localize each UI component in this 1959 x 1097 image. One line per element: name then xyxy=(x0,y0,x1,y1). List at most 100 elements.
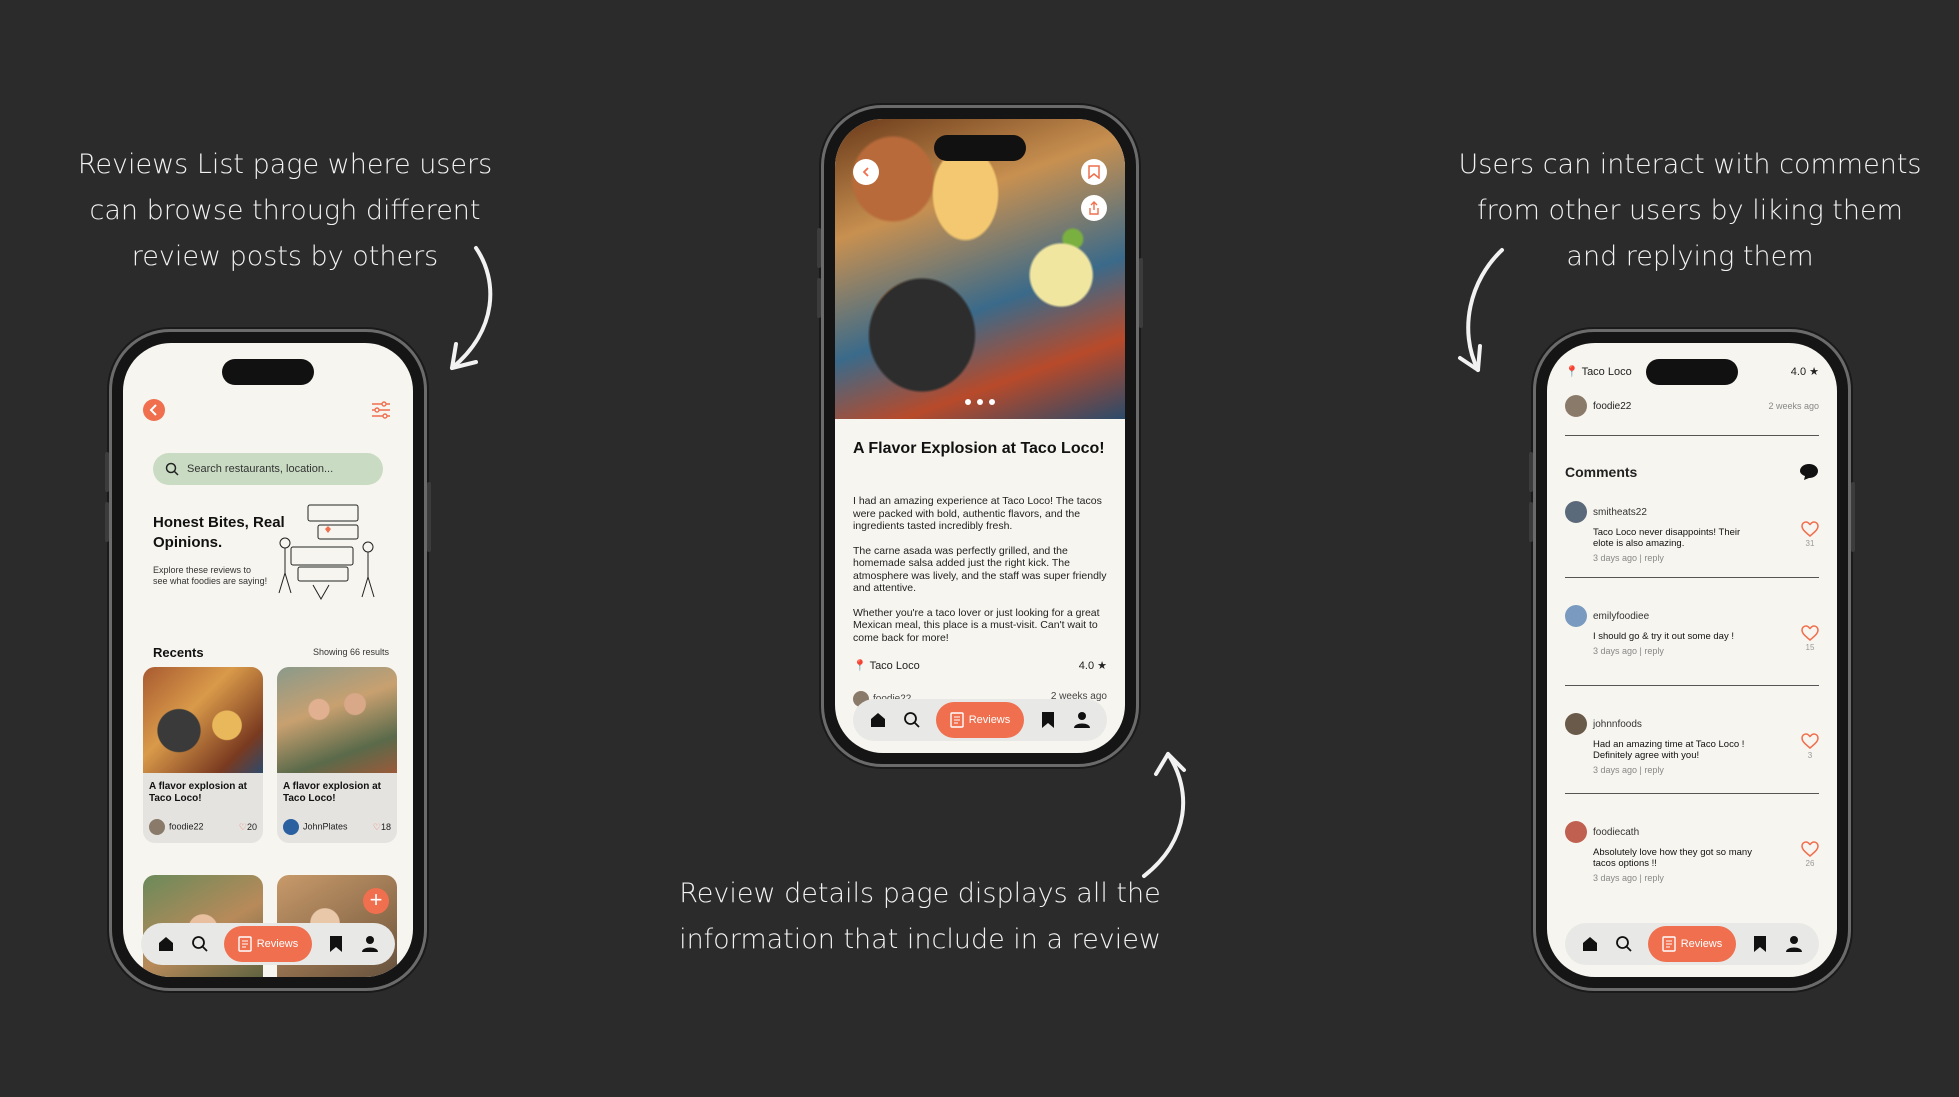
avatar xyxy=(149,819,165,835)
search-input[interactable]: Search restaurants, location... xyxy=(153,453,383,485)
post-time: 2 weeks ago xyxy=(1768,401,1819,411)
sliders-icon xyxy=(372,401,390,419)
avatar xyxy=(1565,821,1587,843)
caption-line: and replying them xyxy=(1566,241,1814,272)
volume-button xyxy=(817,278,821,318)
search-icon[interactable] xyxy=(190,934,210,954)
profile-icon[interactable] xyxy=(1784,934,1804,954)
caption-line: information that include in a review xyxy=(679,924,1161,955)
comment-user: johnnfoods xyxy=(1593,718,1642,730)
avatar xyxy=(1565,713,1587,735)
power-button xyxy=(1851,482,1855,552)
volume-button xyxy=(105,502,109,542)
like-count[interactable]: ♡20 xyxy=(239,822,257,833)
profile-icon[interactable] xyxy=(1072,710,1092,730)
food-photo xyxy=(143,667,263,773)
screen: 📍 Taco Loco 4.0 ★ foodie22 2 weeks ago C… xyxy=(1547,343,1837,977)
rating-value: 4.0 xyxy=(1790,366,1807,378)
home-icon[interactable] xyxy=(1580,934,1600,954)
results-count: Showing 66 results xyxy=(312,647,389,657)
comment-text: Had an amazing time at Taco Loco ! Defin… xyxy=(1593,739,1745,761)
pin-icon: 📍 xyxy=(853,660,867,672)
search-placeholder: Search restaurants, location... xyxy=(187,463,334,475)
arrow-left-icon xyxy=(450,246,493,370)
like-button[interactable]: 31 xyxy=(1801,521,1819,548)
reviews-tab[interactable]: Reviews xyxy=(1647,926,1737,962)
comment-item: johnnfoods Had an amazing time at Taco L… xyxy=(1565,713,1819,775)
comment-item: emilyfoodiee I should go & try it out so… xyxy=(1565,605,1819,656)
search-icon[interactable] xyxy=(902,710,922,730)
divider xyxy=(1565,577,1819,578)
likes-value: 3 xyxy=(1807,751,1813,760)
likes-value: 15 xyxy=(1805,643,1815,652)
author-row[interactable]: foodie22 2 weeks ago xyxy=(1565,395,1819,417)
heart-icon xyxy=(1801,733,1819,749)
review-card[interactable]: A flavor explosion at Taco Loco! JohnPla… xyxy=(277,667,397,843)
likes-value: 26 xyxy=(1805,859,1815,868)
heart-icon xyxy=(1801,841,1819,857)
review-paragraph: Whether you're a taco lover or just look… xyxy=(853,606,1100,644)
location-row[interactable]: 📍 Taco Loco 4.0 ★ xyxy=(853,659,1107,672)
like-button[interactable]: 26 xyxy=(1801,841,1819,868)
like-button[interactable]: 3 xyxy=(1801,733,1819,760)
reviews-tab-label: Reviews xyxy=(968,714,1011,726)
comment-meta[interactable]: 3 days ago | reply xyxy=(1593,553,1819,563)
heart-icon: ♡ xyxy=(372,821,381,832)
home-icon[interactable] xyxy=(868,710,888,730)
screen: Search restaurants, location... Honest B… xyxy=(123,343,413,977)
comment-meta[interactable]: 3 days ago | reply xyxy=(1593,765,1819,775)
comments-header: Comments xyxy=(1565,463,1819,481)
likes-value: 20 xyxy=(246,821,257,832)
comment-text: Taco Loco never disappoints! Their elote… xyxy=(1593,527,1741,549)
caption-line: Review details page displays all the xyxy=(679,878,1161,909)
share-button[interactable] xyxy=(1081,195,1107,221)
add-review-button[interactable]: + xyxy=(363,888,389,914)
chevron-left-icon xyxy=(149,404,157,416)
comment-item: smitheats22 Taco Loco never disappoints!… xyxy=(1565,501,1819,563)
home-icon[interactable] xyxy=(156,934,176,954)
volume-button xyxy=(105,452,109,492)
volume-button xyxy=(1529,502,1533,542)
filter-button[interactable] xyxy=(371,401,391,424)
phone-reviews-list: Search restaurants, location... Honest B… xyxy=(105,332,431,988)
share-icon xyxy=(1089,201,1099,215)
review-paragraph: The carne asada was perfectly grilled, a… xyxy=(853,544,1107,595)
avatar xyxy=(1565,395,1587,417)
document-icon xyxy=(1661,936,1676,952)
rating-value: 4.0 xyxy=(1078,660,1095,672)
screen: A Flavor Explosion at Taco Loco! I had a… xyxy=(835,119,1125,753)
comment-meta[interactable]: 3 days ago | reply xyxy=(1593,873,1819,883)
chevron-left-icon xyxy=(862,167,869,177)
bookmark-icon[interactable] xyxy=(326,934,346,954)
like-button[interactable]: 15 xyxy=(1801,625,1819,652)
location-name: Taco Loco xyxy=(869,660,920,672)
diners-photo xyxy=(277,667,397,773)
avatar xyxy=(1565,501,1587,523)
search-icon[interactable] xyxy=(1614,934,1634,954)
like-count[interactable]: ♡18 xyxy=(373,822,391,833)
chat-bubble-icon[interactable] xyxy=(1799,463,1819,481)
volume-button xyxy=(1529,452,1533,492)
review-card[interactable]: A flavor explosion at Taco Loco! foodie2… xyxy=(143,667,263,843)
reviews-tab[interactable]: Reviews xyxy=(935,702,1025,738)
profile-icon[interactable] xyxy=(360,934,380,954)
carousel-indicator[interactable] xyxy=(965,399,995,405)
caption-line: can browse through different xyxy=(89,195,481,226)
reviews-tab-label: Reviews xyxy=(1680,938,1723,950)
comment-meta[interactable]: 3 days ago | reply xyxy=(1593,646,1819,656)
review-body: I had an amazing experience at Taco Loco… xyxy=(853,495,1107,656)
avatar xyxy=(283,819,299,835)
document-icon xyxy=(949,712,964,728)
bookmark-icon[interactable] xyxy=(1750,934,1770,954)
back-button[interactable] xyxy=(853,159,879,185)
bookmark-button[interactable] xyxy=(1081,159,1107,185)
review-photo xyxy=(835,119,1125,419)
back-button[interactable] xyxy=(143,399,165,421)
volume-button xyxy=(817,228,821,268)
divider xyxy=(1565,435,1819,436)
comment-text: I should go & try it out some day ! xyxy=(1593,631,1734,642)
recents-heading: Recents xyxy=(153,645,204,660)
bookmark-icon[interactable] xyxy=(1038,710,1058,730)
phone-comments: 📍 Taco Loco 4.0 ★ foodie22 2 weeks ago C… xyxy=(1529,332,1855,988)
reviews-tab[interactable]: Reviews xyxy=(223,926,313,962)
